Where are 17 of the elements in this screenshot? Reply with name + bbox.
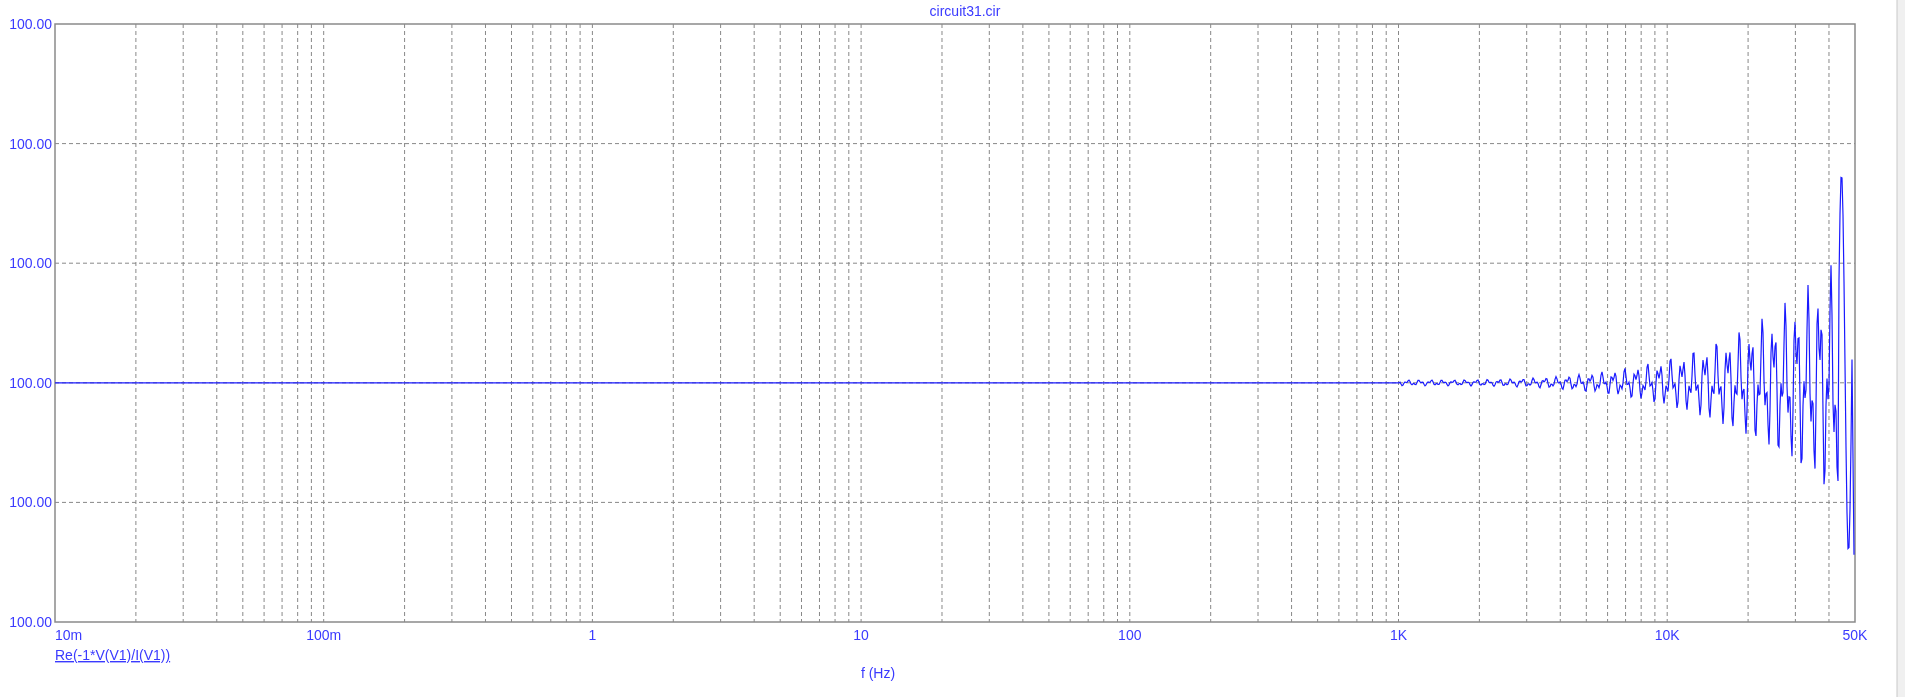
y-axis-label: 100.00 (9, 255, 52, 272)
x-axis-label: 10 (853, 627, 869, 643)
x-axis-label: 100m (306, 627, 342, 643)
y-axis-label: 100.00 (9, 494, 52, 511)
y-axis-label: 100.00 (9, 374, 52, 391)
y-axis-label: 100.00 (9, 614, 52, 630)
x-axis-label: 10K (1654, 627, 1680, 643)
x-axis-label: 1K (1389, 627, 1408, 643)
x-axis-title: f (Hz) (860, 665, 896, 681)
y-axis-label: 100.00 (9, 135, 52, 152)
y-axis-label: 100.00 (9, 16, 52, 32)
trace-legend: Re(-1*V(V1)/I(V1)) (55, 647, 171, 663)
plot-title: circuit31.cir (929, 3, 1001, 19)
x-axis-label: 100 (1118, 627, 1142, 643)
x-axis-label: 10m (55, 627, 83, 643)
x-axis-label: 50K (1842, 627, 1868, 643)
x-axis-label: 1 (588, 627, 597, 643)
